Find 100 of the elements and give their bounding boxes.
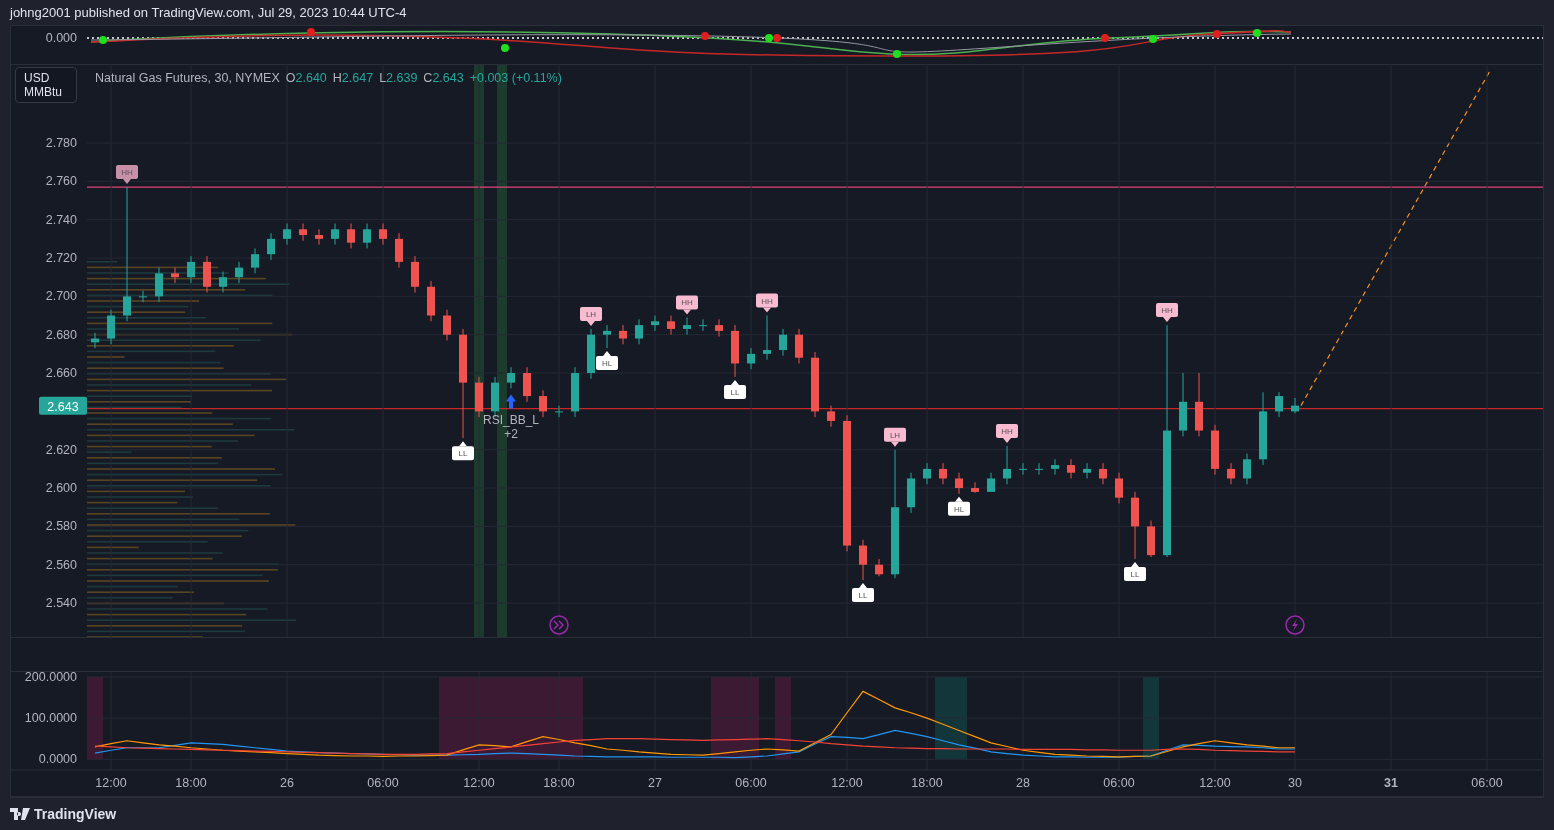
- candlestick: [1131, 491, 1139, 560]
- time-axis-label: 06:00: [734, 775, 768, 792]
- candlestick: [251, 247, 259, 274]
- candlestick: [1019, 462, 1027, 476]
- brand-name: TradingView: [34, 806, 117, 822]
- pivot-label: HH: [756, 293, 778, 313]
- candlestick: [907, 472, 915, 514]
- annotation: HL: [601, 359, 613, 369]
- candlestick: [1227, 462, 1235, 485]
- arrow-up-icon: [506, 394, 516, 409]
- annotation: LL: [730, 387, 740, 397]
- ohlc-value: O2.640: [285, 71, 327, 85]
- candlestick: [683, 316, 691, 336]
- candlestick: [443, 309, 451, 341]
- candlestick: [187, 255, 195, 284]
- candlestick: [651, 315, 659, 332]
- pivot-label: LH: [580, 306, 602, 326]
- candlestick: [107, 309, 115, 345]
- time-axis-label: 18:00: [542, 775, 576, 792]
- axis-label: 2.680: [45, 327, 77, 342]
- axis-label: 2.660: [45, 366, 77, 381]
- candlestick: [667, 315, 675, 336]
- candlestick: [1099, 462, 1107, 485]
- candlestick: [395, 232, 403, 269]
- candlestick: [747, 347, 755, 370]
- candlestick: [139, 290, 147, 303]
- candlestick: [555, 405, 563, 418]
- candlestick: [1083, 462, 1091, 479]
- candlestick: [795, 328, 803, 364]
- pivot-label: HL: [596, 351, 618, 371]
- axis-label: 2.580: [45, 519, 77, 534]
- candlestick: [923, 462, 931, 485]
- candlestick: [827, 405, 835, 428]
- candlestick: [379, 223, 387, 246]
- candlestick: [779, 328, 787, 357]
- candlestick: [299, 223, 307, 242]
- axis-label: 2.540: [45, 596, 77, 611]
- candlestick: [427, 280, 435, 322]
- axis-label: 2.720: [45, 251, 77, 266]
- candlestick: [811, 351, 819, 418]
- time-axis-label: 30: [1287, 775, 1303, 792]
- candlestick: [315, 228, 323, 246]
- candlestick: [731, 324, 739, 378]
- candlestick: [763, 315, 771, 361]
- annotation: LL: [858, 591, 868, 601]
- annotation: LL: [1130, 569, 1140, 579]
- pivot-label: LH: [884, 427, 906, 447]
- candlestick: [475, 376, 483, 418]
- pivot-label: HH: [1156, 303, 1178, 323]
- axis-label: 0.0000: [38, 752, 77, 767]
- pivot-label: HH: [676, 295, 698, 315]
- candlestick: [235, 261, 243, 284]
- pivot-label: HH: [996, 423, 1018, 443]
- symbol-title: Natural Gas Futures, 30, NYMEX: [95, 71, 280, 85]
- candlestick: [539, 389, 547, 418]
- pivot-label: LL: [1124, 562, 1146, 581]
- publish-info: johng2001 published on TradingView.com, Jul 29, 2023 10:44 UTC-4: [10, 5, 407, 20]
- candlestick: [715, 318, 723, 338]
- candlestick: [91, 332, 99, 349]
- annotation: HH: [121, 168, 133, 178]
- candlestick: [971, 481, 979, 494]
- candlestick: [571, 366, 579, 418]
- candlestick: [523, 366, 531, 403]
- pivot-label: LL: [452, 441, 474, 461]
- candlestick: [587, 328, 595, 380]
- candlestick: [987, 472, 995, 493]
- candlestick: [203, 255, 211, 294]
- lightning-icon[interactable]: [1285, 615, 1305, 635]
- candlestick: [1067, 458, 1075, 479]
- annotation: HH: [761, 296, 773, 306]
- candlestick: [171, 267, 179, 284]
- candlestick: [955, 472, 963, 495]
- time-axis-label: 06:00: [1102, 775, 1136, 792]
- candlestick: [411, 255, 419, 294]
- candlestick: [699, 318, 707, 332]
- candlestick: [619, 324, 627, 345]
- candlestick: [331, 223, 339, 246]
- signal-count: +2: [504, 427, 518, 442]
- axis-label: 2.780: [45, 136, 77, 150]
- candlestick: [875, 558, 883, 577]
- time-axis-label: 31: [1383, 775, 1399, 792]
- axis-label: 2.760: [45, 174, 77, 189]
- candlestick: [859, 539, 867, 581]
- axis-label: 0.000: [45, 31, 77, 45]
- candlestick: [1147, 520, 1155, 558]
- time-axis-label: 18:00: [174, 775, 208, 792]
- pivot-label: LL: [724, 379, 746, 399]
- candlestick: [363, 223, 371, 249]
- logo-icon: [10, 808, 30, 820]
- time-axis-label: 27: [647, 775, 663, 792]
- pivot-label: HL: [948, 496, 970, 516]
- time-axis-label: 12:00: [94, 775, 128, 792]
- candlestick: [1051, 458, 1059, 476]
- signal-label: RSI_BB_L: [483, 413, 539, 428]
- time-axis-label: 28: [1015, 775, 1031, 792]
- axis-label: 2.700: [45, 289, 77, 304]
- unit-label[interactable]: USD MMBtu: [15, 67, 77, 103]
- candlestick: [1275, 391, 1283, 418]
- candlestick: [603, 324, 611, 349]
- candlestick: [1291, 397, 1299, 414]
